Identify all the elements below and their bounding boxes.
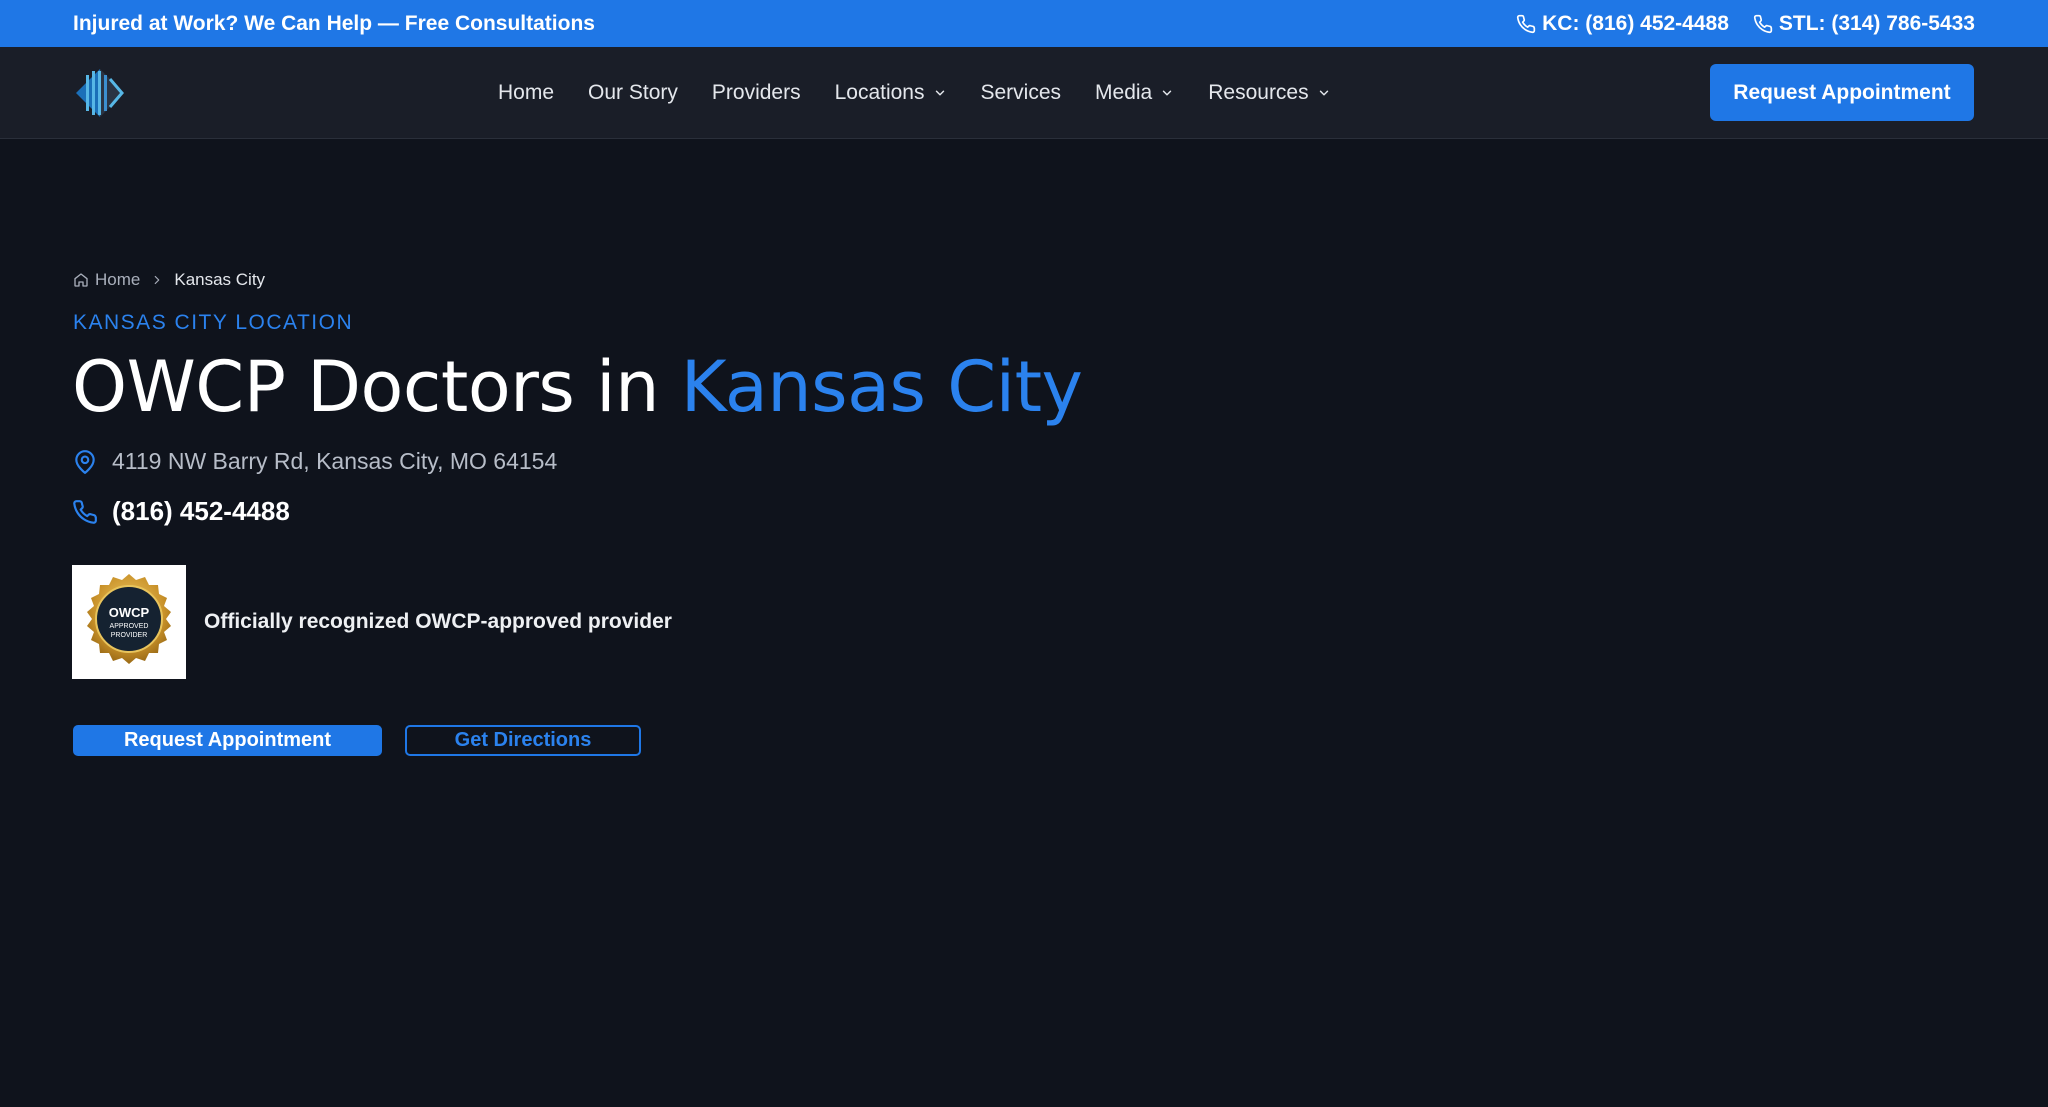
main-navbar: Home Our Story Providers Locations Servi… [0, 47, 2048, 139]
nav-item-label: Our Story [588, 81, 678, 104]
chevron-right-icon [155, 275, 160, 285]
nav-request-appointment-button[interactable]: Request Appointment [1710, 64, 1974, 121]
owcp-badge-image: OWCP APPROVED PROVIDER [72, 565, 186, 679]
phone-row[interactable]: (816) 452-4488 [72, 496, 290, 527]
topbar-phone-stl-label: STL: (314) 786-5433 [1778, 11, 1975, 35]
nav-item-our-story[interactable]: Our Story [588, 81, 678, 105]
topbar-phone-kc[interactable]: KC: (816) 452-4488 [1516, 12, 1729, 36]
location-eyebrow: KANSAS CITY LOCATION [73, 311, 354, 334]
owcp-badge-section: OWCP APPROVED PROVIDER Officially recogn… [72, 565, 672, 679]
nav-item-label: Providers [711, 81, 801, 104]
breadcrumb-current: Kansas City [174, 270, 266, 289]
logo-icon[interactable] [72, 65, 128, 121]
topbar-phone-stl[interactable]: STL: (314) 786-5433 [1753, 12, 1975, 36]
page-title-prefix: OWCP Doctors in [72, 346, 681, 428]
seal-text-provider: PROVIDER [111, 632, 148, 639]
breadcrumb: Home Kansas City [73, 270, 265, 290]
chevron-down-icon [935, 90, 944, 96]
request-appointment-button[interactable]: Request Appointment [73, 725, 382, 756]
owcp-seal-icon: OWCP APPROVED PROVIDER [87, 574, 171, 664]
nav-item-label: Services [980, 81, 1062, 104]
nav-item-services[interactable]: Services [981, 81, 1062, 105]
nav-item-label: Locations [834, 81, 925, 104]
breadcrumb-home-label: Home [95, 270, 141, 289]
seal-text-approved: APPROVED [110, 623, 149, 630]
nav-item-label: Home [498, 81, 555, 104]
phone-icon [1753, 14, 1773, 33]
seal-text-owcp: OWCP [109, 605, 150, 620]
nav-links: Home Our Story Providers Locations Servi… [498, 47, 1331, 139]
home-icon [74, 273, 88, 287]
page-title: OWCP Doctors in Kansas City [72, 346, 1083, 428]
nav-item-home[interactable]: Home [498, 81, 554, 105]
page-title-accent: Kansas City [680, 346, 1083, 428]
topbar-phone-kc-label: KC: (816) 452-4488 [1542, 11, 1729, 35]
nav-item-locations[interactable]: Locations [835, 81, 947, 105]
badge-caption: Officially recognized OWCP-approved prov… [204, 610, 672, 633]
nav-item-label: Media [1095, 81, 1153, 104]
phone-link[interactable]: (816) 452-4488 [112, 496, 290, 527]
nav-item-media[interactable]: Media [1095, 81, 1174, 105]
phone-icon [1517, 14, 1536, 33]
nav-item-label: Resources [1208, 81, 1309, 104]
breadcrumb-home[interactable]: Home [73, 270, 140, 290]
address-text: 4119 NW Barry Rd, Kansas City, MO 64154 [112, 448, 558, 474]
topbar-phones: KC: (816) 452-4488 STL: (314) 786-5433 [1516, 12, 1975, 36]
nav-item-resources[interactable]: Resources [1208, 81, 1330, 105]
address-row: 4119 NW Barry Rd, Kansas City, MO 64154 [72, 448, 557, 475]
announcement-bar: Injured at Work? We Can Help — Free Cons… [0, 0, 2048, 47]
map-pin-icon [75, 449, 95, 474]
announcement-text: Injured at Work? We Can Help — Free Cons… [73, 11, 595, 35]
chevron-down-icon [1163, 90, 1172, 96]
phone-icon [73, 499, 97, 524]
nav-item-providers[interactable]: Providers [712, 81, 801, 105]
get-directions-button[interactable]: Get Directions [405, 725, 641, 756]
chevron-down-icon [1319, 90, 1328, 96]
